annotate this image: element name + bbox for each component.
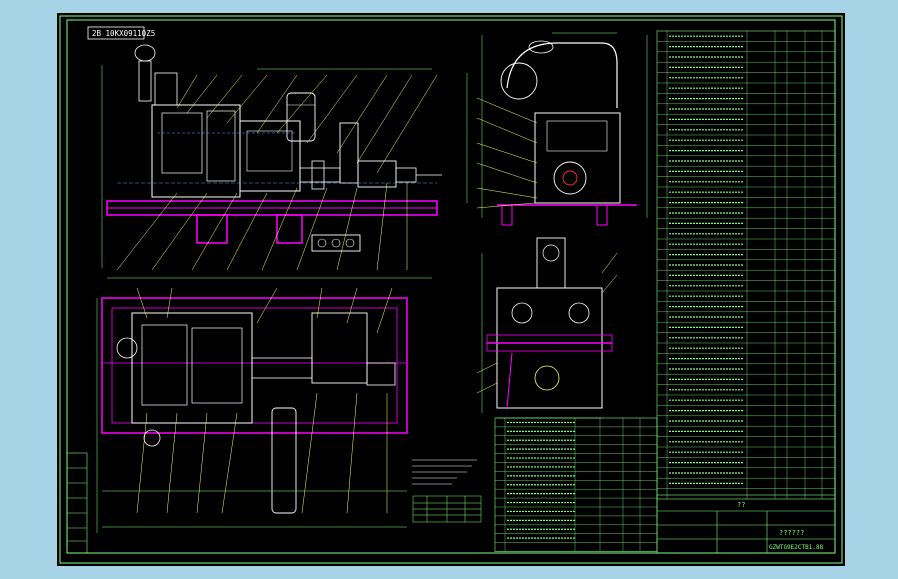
- drawing-code: 2B 10KX09110Z5: [92, 29, 155, 38]
- title-drawing-no: GZWTG9E2CTB1.88: [769, 544, 824, 551]
- revision-column: [66, 452, 88, 554]
- cad-drawing: 2B 10KX09110Z5 ?? ?????? GZWTG9E2CTB1.88: [59, 15, 843, 564]
- bill-of-materials-table: [656, 30, 836, 500]
- notes-table: [412, 495, 482, 523]
- engine-side-elevation-icon: [101, 44, 468, 279]
- bom-lower-table: [494, 417, 658, 552]
- notes-text-lines: [412, 459, 477, 485]
- inner-frame: [66, 19, 836, 554]
- drawing-sheet: 2B 10KX09110Z5 ?? ?????? GZWTG9E2CTB1.88: [57, 13, 845, 566]
- pump-assembly-icon: [476, 237, 618, 419]
- title-mark: ??: [737, 501, 745, 509]
- bom-border: [656, 30, 836, 500]
- title-doc-name: ??????: [779, 529, 804, 537]
- engine-plan-view-icon: [96, 287, 408, 533]
- engine-end-elevation-icon: [476, 32, 648, 226]
